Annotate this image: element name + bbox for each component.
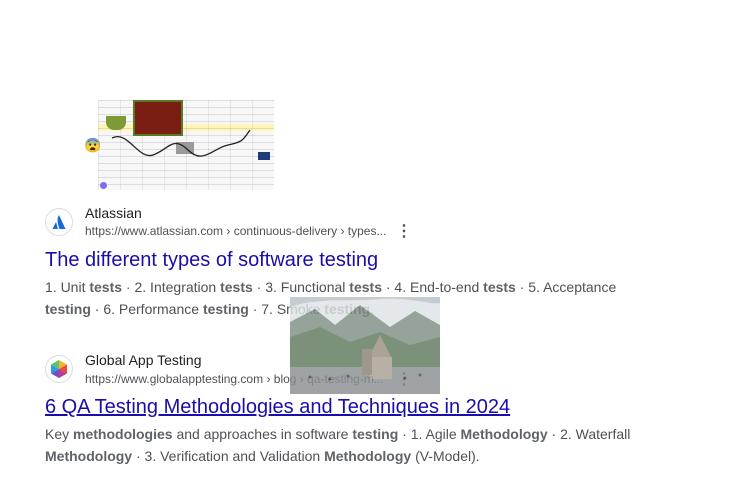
snippet-text: and approaches in software (172, 426, 353, 442)
result-site-name: Global App Testing (85, 352, 202, 368)
snippet-text: · 2. Waterfall (547, 426, 631, 442)
snippet-bold-term: methodologies (73, 426, 173, 442)
result-snippet-line-1: 1. Unit tests · 2. Integration tests · 3… (45, 276, 616, 298)
snippet-text: · 1. Agile (398, 426, 461, 442)
url-domain: https://www.atlassian.com (85, 224, 224, 238)
snippet-text: · 4. End-to-end (381, 279, 484, 295)
snippet-bold-term: Methodology (324, 448, 412, 464)
snippet-text: Key (45, 426, 74, 442)
more-options-icon[interactable]: ⋮ (396, 224, 412, 240)
snippet-text: · 6. Performance (90, 301, 203, 317)
snippet-text: · 5. Acceptance (515, 279, 617, 295)
result-url[interactable]: https://www.atlassian.com › continuous-d… (85, 223, 386, 239)
url-breadcrumb: › continuous-delivery › types... (223, 224, 387, 238)
snippet-bold-term: tests (220, 279, 253, 295)
snippet-text: (V-Model). (411, 448, 480, 464)
snippet-text: · 3. Verification and Validation (132, 448, 325, 464)
snippet-text: · 3. Functional (252, 279, 350, 295)
snippet-bold-term: testing (202, 301, 249, 317)
snippet-bold-term: testing (45, 301, 91, 317)
floating-temple-photo[interactable] (290, 297, 440, 394)
result-snippet-line-1: Key methodologies and approaches in soft… (45, 423, 630, 445)
result-title-link[interactable]: The different types of software testing (45, 247, 378, 273)
snippet-bold-term: tests (483, 279, 516, 295)
global-app-testing-logo-icon[interactable] (45, 355, 73, 383)
snippet-text: · 2. Integration (122, 279, 221, 295)
line-graph-overlay (111, 129, 251, 157)
atlassian-logo-icon[interactable] (45, 208, 73, 236)
fearful-face-emoji-icon: 😨 (84, 137, 102, 153)
snippet-text: 1. Unit (45, 279, 90, 295)
result-thumbnail-image[interactable] (98, 100, 274, 190)
snippet-bold-term: Methodology (460, 426, 548, 442)
snippet-bold-term: testing (352, 426, 399, 442)
result-snippet-line-2: Methodology · 3. Verification and Valida… (45, 445, 480, 467)
mountain-temple-image (290, 297, 440, 394)
snippet-bold-term: Methodology (45, 448, 133, 464)
result-site-name: Atlassian (85, 205, 142, 221)
result-title-link[interactable]: 6 QA Testing Methodologies and Technique… (45, 394, 510, 420)
snippet-bold-term: tests (349, 279, 382, 295)
snippet-bold-term: tests (89, 279, 123, 295)
url-domain: https://www.globalapptesting.com (85, 372, 264, 386)
